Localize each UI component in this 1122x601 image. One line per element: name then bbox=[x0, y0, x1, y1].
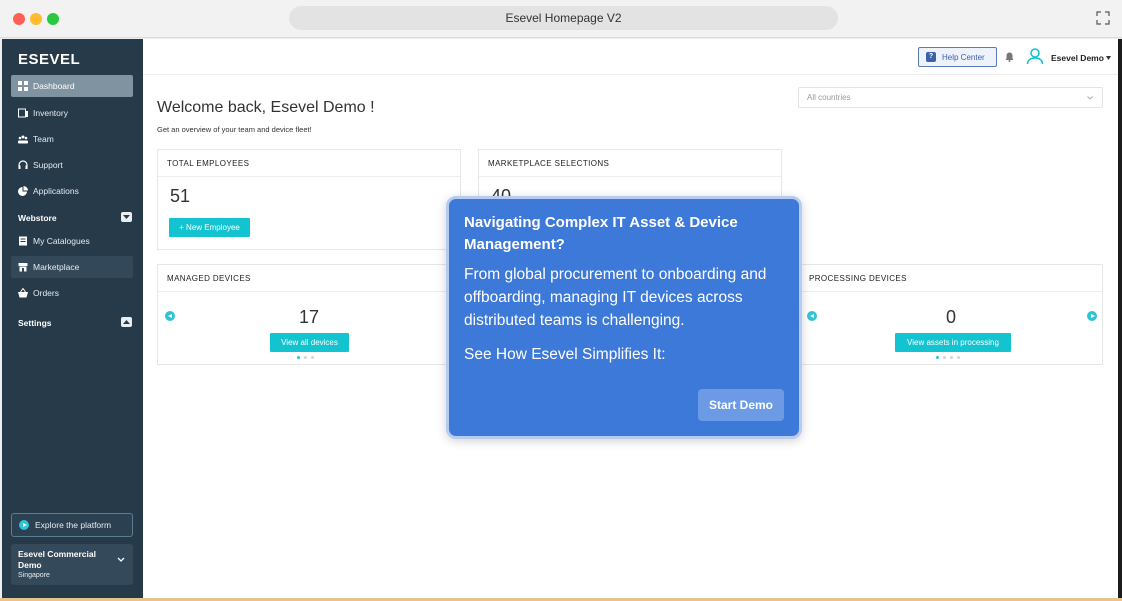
account-switcher[interactable]: Esevel Commercial Demo Singapore bbox=[11, 544, 133, 585]
country-filter-value: All countries bbox=[807, 93, 851, 102]
carousel-prev-button[interactable] bbox=[165, 311, 175, 321]
start-demo-button[interactable]: Start Demo bbox=[698, 389, 784, 421]
close-window-button[interactable] bbox=[13, 13, 25, 25]
sidebar-item-orders[interactable]: Orders bbox=[11, 282, 133, 304]
store-icon bbox=[18, 263, 28, 272]
card-title: PROCESSING DEVICES bbox=[800, 265, 1102, 292]
sidebar: ESEVEL Dashboard Inventory Team Support … bbox=[2, 39, 143, 598]
sidebar-item-marketplace[interactable]: Marketplace bbox=[11, 256, 133, 278]
page-subtitle: Get an overview of your team and device … bbox=[157, 125, 312, 134]
sidebar-item-label: Applications bbox=[33, 186, 79, 196]
user-avatar-icon[interactable] bbox=[1026, 47, 1044, 65]
sidebar-item-my-catalogues[interactable]: My Catalogues bbox=[11, 230, 133, 252]
view-assets-processing-button[interactable]: View assets in processing bbox=[895, 333, 1011, 352]
minimize-window-button[interactable] bbox=[30, 13, 42, 25]
carousel-next-button[interactable] bbox=[1087, 311, 1097, 321]
help-center-button[interactable]: ? Help Center bbox=[918, 47, 997, 67]
window-title: Esevel Homepage V2 bbox=[289, 6, 838, 30]
catalogue-icon bbox=[19, 236, 27, 246]
carousel-prev-button[interactable] bbox=[807, 311, 817, 321]
view-all-devices-button[interactable]: View all devices bbox=[270, 333, 349, 352]
sidebar-item-team[interactable]: Team bbox=[11, 128, 133, 150]
carousel-dots bbox=[936, 356, 960, 359]
processing-devices-count: 0 bbox=[946, 307, 957, 327]
popover-cta-text: See How Esevel Simplifies It: bbox=[464, 346, 666, 363]
headset-icon bbox=[18, 160, 28, 169]
sidebar-item-label: My Catalogues bbox=[33, 236, 90, 246]
team-icon bbox=[18, 135, 28, 144]
popover-body: From global procurement to onboarding an… bbox=[464, 266, 767, 329]
total-employees-card: TOTAL EMPLOYEES 51 + New Employee bbox=[157, 149, 461, 250]
webstore-collapse-toggle[interactable] bbox=[121, 212, 132, 222]
country-filter-select[interactable]: All countries bbox=[798, 87, 1103, 108]
caret-down-icon[interactable] bbox=[1106, 56, 1111, 60]
sidebar-item-support[interactable]: Support bbox=[11, 154, 133, 176]
fullscreen-icon[interactable] bbox=[1096, 11, 1110, 25]
carousel-dots bbox=[297, 356, 314, 359]
maximize-window-button[interactable] bbox=[47, 13, 59, 25]
sidebar-item-dashboard[interactable]: Dashboard bbox=[11, 75, 133, 97]
chevron-up-icon bbox=[123, 320, 130, 324]
chevron-down-icon bbox=[1087, 96, 1093, 100]
user-menu[interactable]: Esevel Demo bbox=[1051, 53, 1104, 63]
pie-chart-icon bbox=[18, 186, 28, 196]
chevron-down-icon bbox=[123, 215, 130, 219]
managed-devices-count: 17 bbox=[299, 307, 320, 327]
employees-count: 51 bbox=[170, 186, 191, 206]
popover-title: Navigating Complex IT Asset & Device Man… bbox=[464, 214, 738, 253]
sidebar-item-label: Orders bbox=[33, 288, 59, 298]
card-title: TOTAL EMPLOYEES bbox=[158, 150, 460, 177]
scrollbar[interactable] bbox=[1118, 39, 1122, 598]
managed-devices-card: MANAGED DEVICES 17 View all devices bbox=[157, 264, 461, 365]
brand-logo: ESEVEL bbox=[18, 51, 81, 68]
sidebar-item-label: Inventory bbox=[33, 108, 68, 118]
question-icon: ? bbox=[926, 52, 936, 62]
sidebar-item-label: Dashboard bbox=[33, 81, 75, 91]
window-titlebar: Esevel Homepage V2 bbox=[0, 0, 1122, 38]
explore-platform-button[interactable]: Explore the platform bbox=[11, 513, 133, 537]
chevron-down-icon bbox=[117, 557, 125, 562]
sidebar-item-label: Team bbox=[33, 134, 54, 144]
inventory-icon bbox=[18, 108, 28, 118]
settings-collapse-toggle[interactable] bbox=[121, 317, 132, 327]
sidebar-item-applications[interactable]: Applications bbox=[11, 180, 133, 202]
sidebar-item-label: Marketplace bbox=[33, 262, 80, 272]
help-center-label: Help Center bbox=[942, 52, 985, 62]
play-icon bbox=[19, 520, 29, 530]
demo-popover: Navigating Complex IT Asset & Device Man… bbox=[446, 196, 802, 439]
page-title: Welcome back, Esevel Demo ! bbox=[157, 99, 375, 116]
sidebar-item-label: Support bbox=[33, 160, 63, 170]
account-location: Singapore bbox=[18, 572, 50, 579]
top-header: ? Help Center Esevel Demo bbox=[143, 39, 1118, 75]
dashboard-icon bbox=[18, 81, 28, 91]
card-title: MARKETPLACE SELECTIONS bbox=[479, 150, 781, 177]
card-title: MANAGED DEVICES bbox=[158, 265, 460, 292]
webstore-section-label: Webstore bbox=[18, 213, 57, 223]
sidebar-item-inventory[interactable]: Inventory bbox=[11, 102, 133, 124]
basket-icon bbox=[18, 288, 28, 298]
settings-section-label: Settings bbox=[18, 318, 52, 328]
new-employee-button[interactable]: + New Employee bbox=[169, 218, 250, 237]
account-name: Esevel Commercial Demo bbox=[18, 549, 96, 570]
bell-icon[interactable] bbox=[1005, 52, 1014, 62]
explore-label: Explore the platform bbox=[35, 520, 112, 530]
processing-devices-card: PROCESSING DEVICES 0 View assets in proc… bbox=[799, 264, 1103, 365]
